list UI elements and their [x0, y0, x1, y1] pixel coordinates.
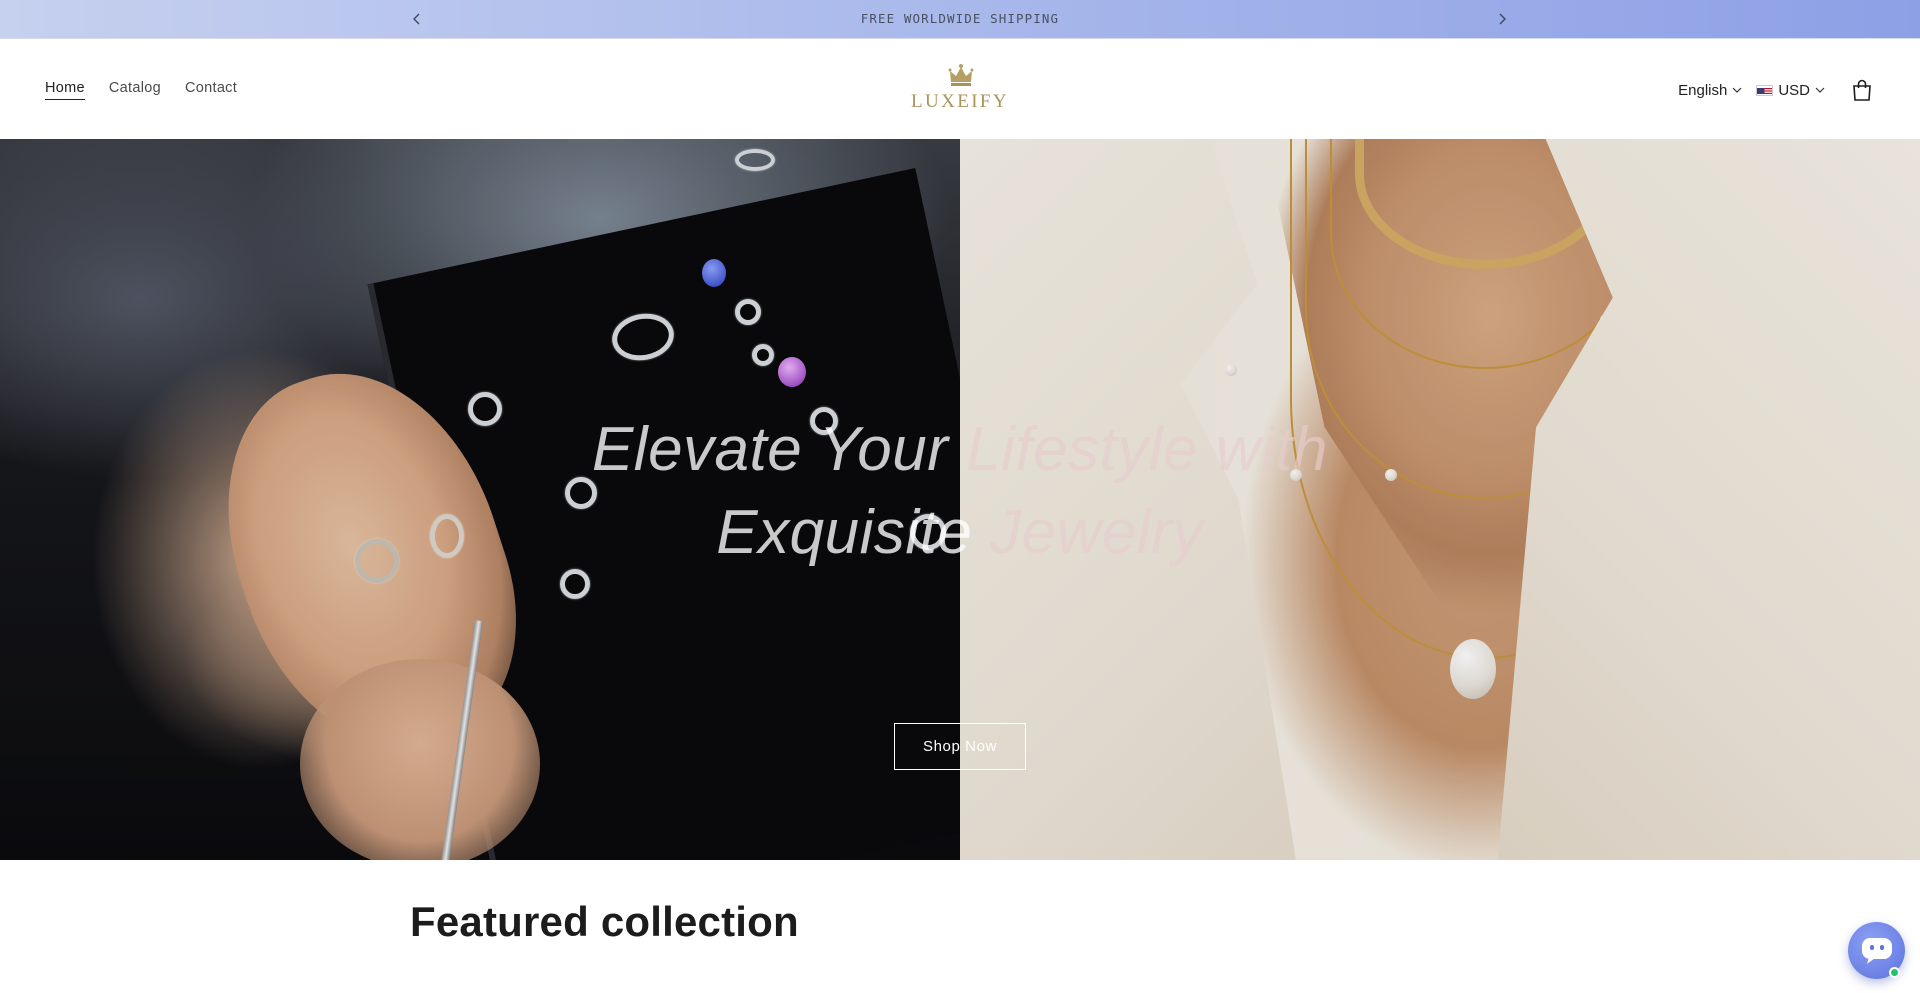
nav-item-catalog[interactable]: Catalog	[109, 80, 161, 100]
site-logo[interactable]: LUXEIFY	[905, 63, 1015, 119]
chat-bot-icon	[1861, 937, 1892, 964]
shopping-bag-icon	[1853, 79, 1871, 101]
logo-wordmark: LUXEIFY	[910, 91, 1010, 112]
main-nav: Home Catalog Contact	[45, 80, 237, 100]
chat-online-indicator	[1889, 967, 1900, 978]
hero-headline-line2-left: Exquisite	[716, 498, 991, 567]
hero-headline-line1-left: Elevate Your	[591, 415, 967, 484]
hero-headline-line1-right: Lifestyle with	[966, 415, 1329, 484]
chevron-down-icon	[1732, 87, 1742, 93]
chevron-down-icon	[1815, 87, 1825, 93]
header-utilities: English USD	[1678, 77, 1875, 103]
crown-icon	[948, 64, 974, 86]
language-selector[interactable]: English	[1678, 82, 1742, 99]
hero-headline: Elevate Your Lifestyle with Exquisite Je…	[460, 408, 1460, 574]
shop-now-button[interactable]: Shop Now	[894, 723, 1026, 770]
cart-button[interactable]	[1849, 77, 1875, 103]
featured-collection-title: Featured collection	[410, 898, 799, 945]
site-header: Home Catalog Contact LUXEIFY English USD	[0, 39, 1920, 139]
announcement-text: FREE WORLDWIDE SHIPPING	[860, 11, 1060, 26]
hero-headline-line2-right: Jewelry	[990, 498, 1204, 567]
currency-label: USD	[1778, 81, 1810, 99]
currency-selector[interactable]: USD	[1756, 82, 1825, 99]
nav-item-home[interactable]: Home	[45, 80, 85, 100]
chevron-right-icon	[1499, 13, 1506, 25]
us-flag-icon	[1756, 84, 1774, 96]
language-label: English	[1678, 81, 1728, 99]
announcement-next-button[interactable]	[1490, 7, 1514, 31]
announcement-bar: FREE WORLDWIDE SHIPPING	[0, 0, 1920, 39]
nav-item-contact[interactable]: Contact	[185, 80, 237, 100]
